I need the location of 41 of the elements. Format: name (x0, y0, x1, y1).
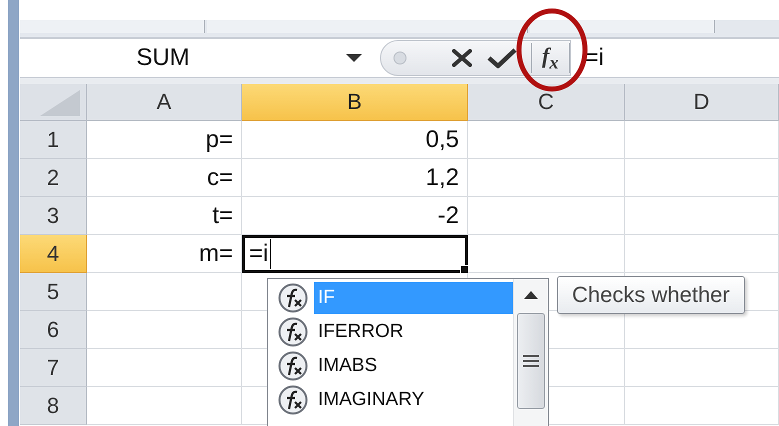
table-cell: c= (87, 159, 242, 197)
function-item[interactable]: IMABS (268, 349, 513, 383)
caret-icon[interactable] (346, 54, 362, 62)
function-item[interactable]: IMAGINARY (268, 383, 513, 417)
table-cell: 0,5 (242, 121, 468, 159)
row-header[interactable]: 8 (20, 387, 87, 425)
scrollbar[interactable] (513, 279, 548, 426)
table-cell: t= (87, 197, 242, 235)
function-icon (276, 283, 310, 313)
function-icon (276, 317, 310, 347)
column-header[interactable]: B (242, 84, 468, 121)
name-box[interactable]: SUM (20, 39, 380, 77)
grip-icon (523, 355, 539, 367)
column-header[interactable]: C (468, 84, 625, 121)
column-header[interactable]: D (625, 84, 779, 121)
function-icon (276, 351, 310, 381)
table-cell: 1,2 (242, 159, 468, 197)
column-header[interactable]: A (87, 84, 242, 121)
function-tooltip: Checks whether (557, 276, 745, 314)
table-cell: -2 (242, 197, 468, 235)
table-cell: m= (87, 235, 242, 273)
scroll-thumb[interactable] (517, 313, 545, 409)
grip-icon[interactable] (393, 51, 407, 65)
insert-function-button[interactable]: f$_{x}$ (538, 42, 562, 74)
row-header[interactable]: 2 (20, 159, 87, 197)
cancel-icon[interactable] (451, 48, 473, 68)
row-header[interactable]: 5 (20, 273, 87, 311)
checkmark-icon[interactable] (487, 47, 517, 69)
row-header[interactable]: 6 (20, 311, 87, 349)
fill-handle[interactable] (460, 265, 469, 274)
row-header[interactable]: 4 (20, 235, 87, 273)
row-header[interactable]: 1 (20, 121, 87, 159)
triangle-icon (40, 90, 80, 116)
table-cell: p= (87, 121, 242, 159)
formula-input[interactable]: =i (570, 44, 604, 72)
row-header[interactable]: 7 (20, 349, 87, 387)
function-icon (276, 385, 310, 415)
active-cell[interactable]: =i (242, 235, 468, 273)
function-item[interactable]: IFERROR (268, 315, 513, 349)
row-header[interactable]: 3 (20, 197, 87, 235)
scroll-up-icon[interactable] (524, 291, 538, 299)
